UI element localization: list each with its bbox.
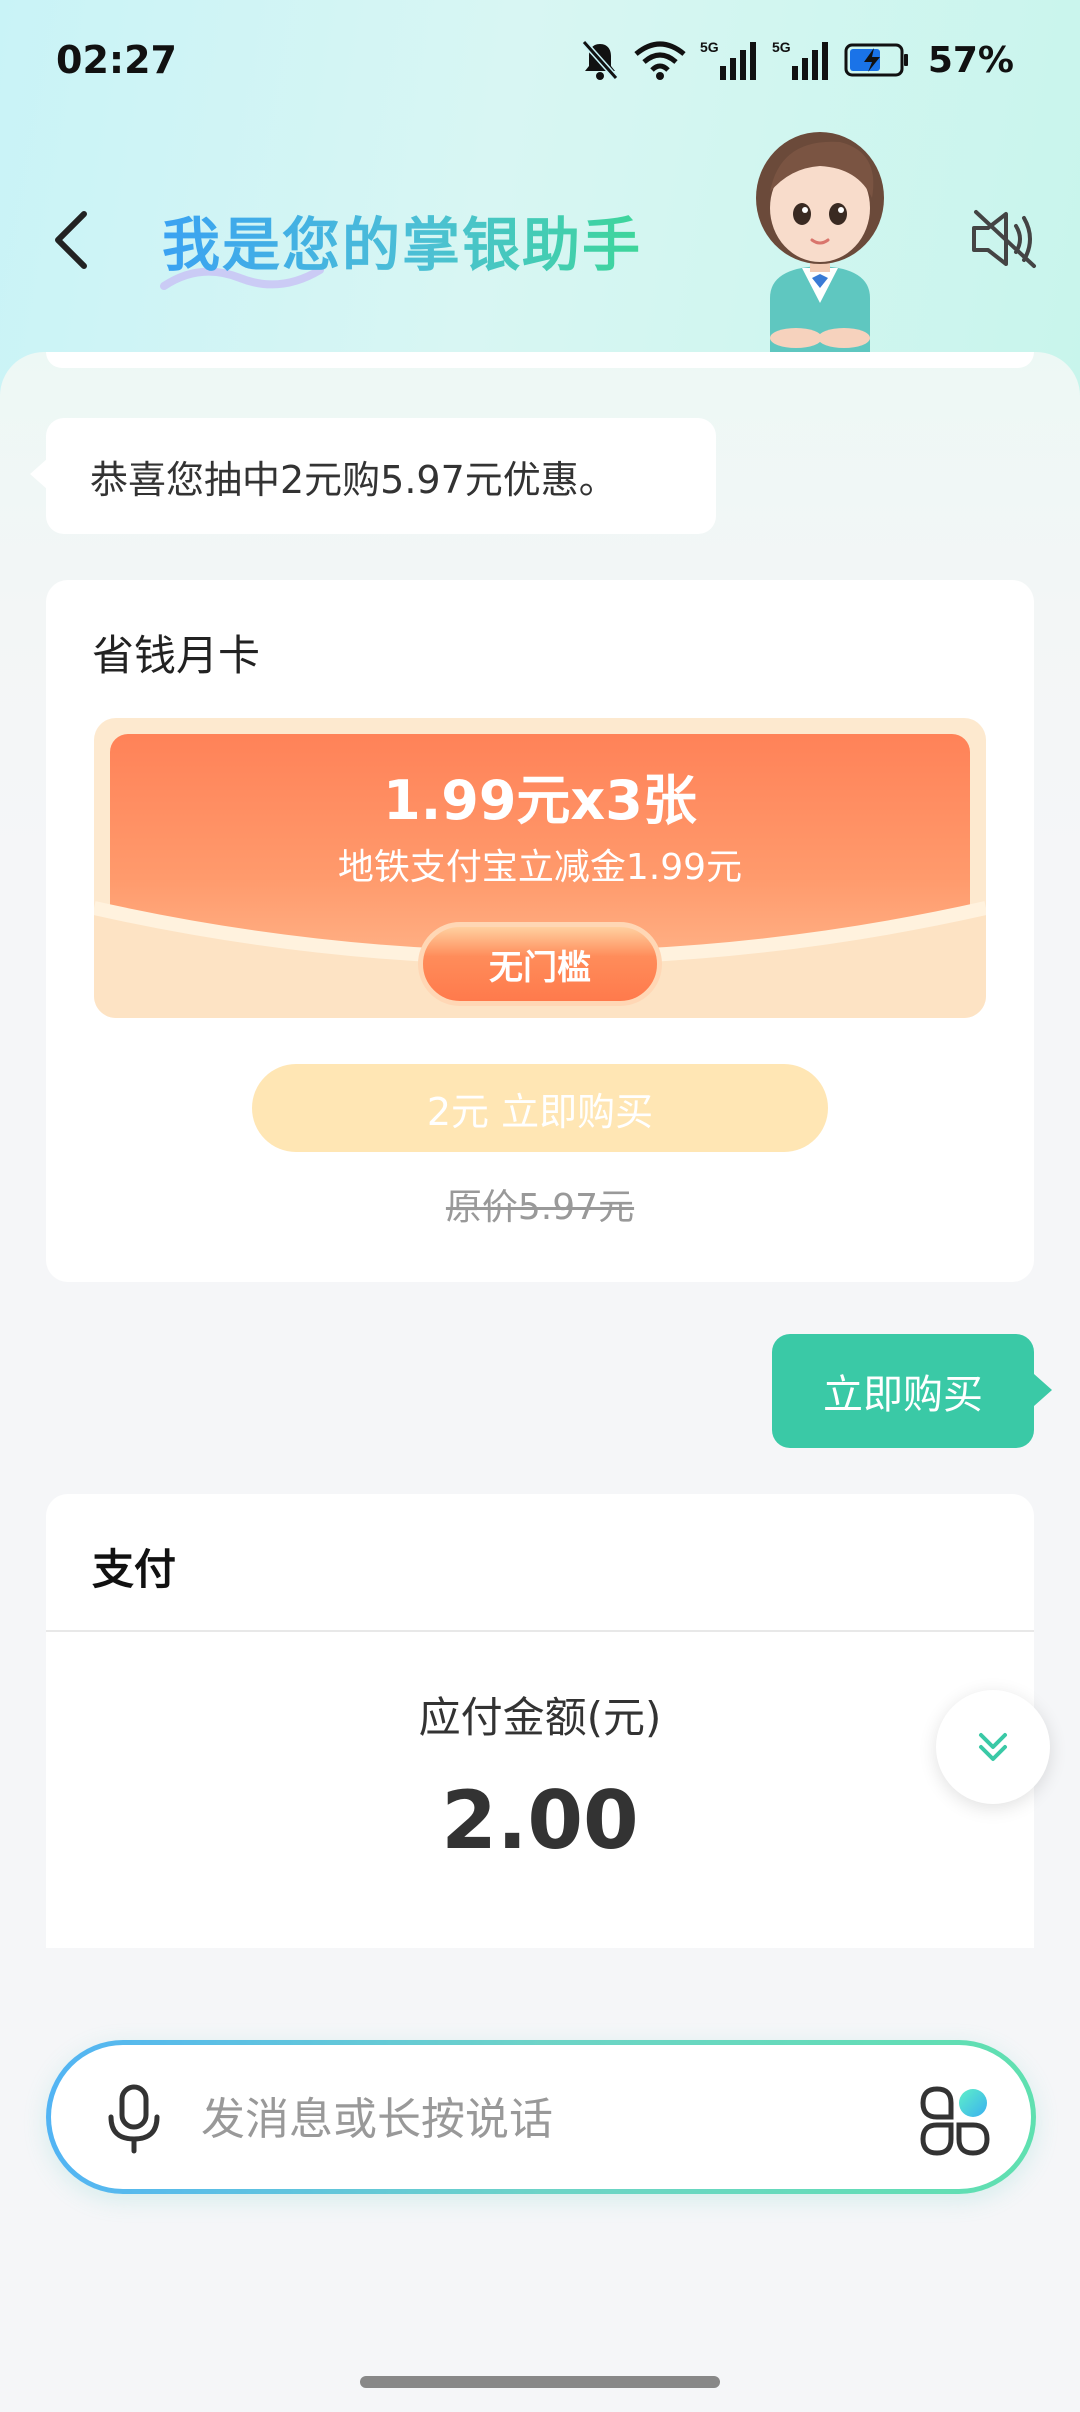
battery-charging-icon [844,43,908,77]
wifi-icon [634,41,686,80]
double-chevron-down-icon [979,1733,1007,1761]
payment-card: 支付 应付金额(元) 2.00 [46,1494,1034,1948]
status-time: 02:27 [56,38,177,82]
back-button[interactable] [40,200,104,280]
apps-button[interactable] [915,2081,995,2161]
divider [46,1630,1034,1632]
microphone-icon [108,2084,160,2154]
offer-card: 省钱月卡 1.99元x3张 地铁支付宝立减金1.99元 无门槛 2元 立即购买 … [46,580,1034,1282]
signal-5g-icon: 5G [700,39,756,80]
coupon-amount: 1.99元x3张 [383,769,697,832]
apps-icon [920,2086,990,2156]
bot-message-text: 恭喜您抽中2元购5.97元优惠。 [90,457,617,502]
sound-toggle-button[interactable] [968,206,1042,272]
user-message-bubble: 立即购买 [772,1334,1052,1448]
offer-card-title: 省钱月卡 [92,631,261,680]
status-bar: 02:27 5G 5G 57% [0,0,1080,120]
scroll-to-bottom-button[interactable] [936,1690,1050,1804]
mute-icon [581,40,619,80]
signal-5g-icon: 5G [772,39,828,80]
message-input[interactable] [201,2079,841,2159]
status-icons: 5G 5G 57% [580,36,1014,84]
svg-text:5G: 5G [772,39,791,55]
battery-percent: 57% [927,39,1014,81]
home-indicator[interactable] [360,2376,720,2388]
assistant-avatar [756,132,884,358]
chevron-left-icon [55,211,87,269]
amount-value: 2.00 [441,1774,639,1867]
buy-now-button[interactable]: 2元 立即购买 [252,1064,828,1152]
coupon: 1.99元x3张 地铁支付宝立减金1.99元 无门槛 [94,718,986,1018]
page-title: 我是您的掌银助手 [162,198,642,282]
svg-text:5G: 5G [700,39,719,55]
microphone-button[interactable] [103,2083,165,2155]
user-message-text: 立即购买 [823,1372,983,1418]
original-price: 原价5.97元 [445,1187,635,1228]
coupon-description: 地铁支付宝立减金1.99元 [337,847,743,888]
coupon-tag: 无门槛 [418,922,662,1006]
input-container [51,2045,1031,2189]
amount-label: 应付金额(元) [418,1693,662,1742]
payment-card-title: 支付 [92,1545,177,1594]
speaker-muted-icon [972,210,1036,268]
message-input-bar [46,2040,1036,2194]
previous-card-edge [46,352,1034,368]
bot-message-bubble: 恭喜您抽中2元购5.97元优惠。 [30,418,716,534]
